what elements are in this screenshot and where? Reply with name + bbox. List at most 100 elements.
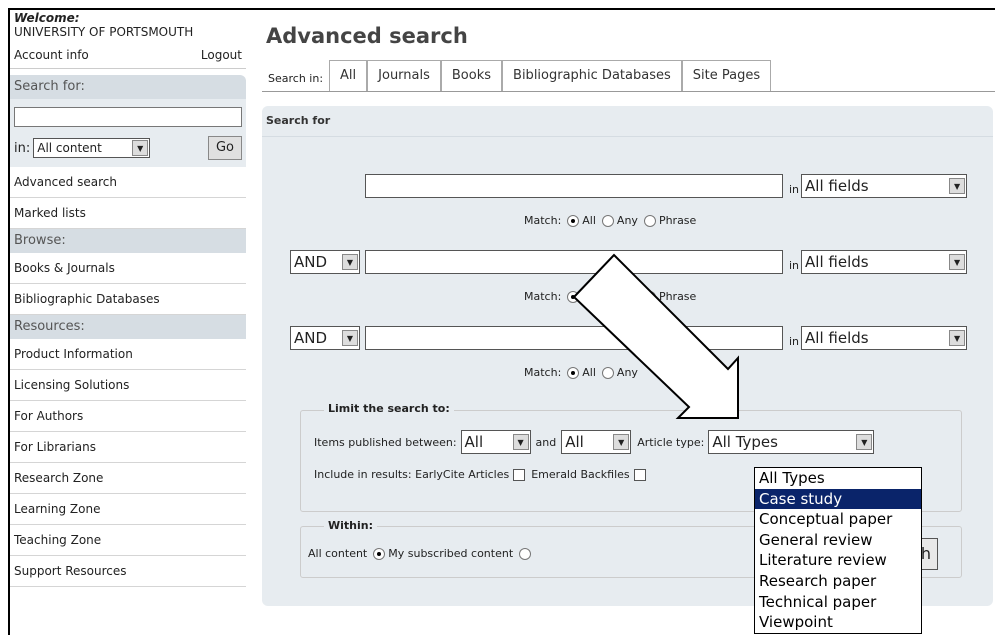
in-word-3: in <box>789 334 800 348</box>
article-type-dropdown-list: All Types Case study Conceptual paper Ge… <box>754 467 922 634</box>
search-term-input-3[interactable] <box>365 326 783 350</box>
match-all-label-2: All <box>582 290 596 303</box>
dropdown-option[interactable]: General review <box>755 530 921 551</box>
in-word-2: in <box>789 258 800 272</box>
article-type-label: Article type: <box>637 435 705 449</box>
account-row: Account info Logout <box>10 44 246 69</box>
emerald-backfiles-checkbox[interactable] <box>633 468 646 481</box>
sidebar-item-bibliographic-databases[interactable]: Bibliographic Databases <box>10 284 246 315</box>
quick-search-input[interactable] <box>14 107 242 127</box>
operator-select-2-value: AND <box>294 253 328 271</box>
search-term-input-1[interactable] <box>365 174 783 198</box>
dropdown-option[interactable]: Research paper <box>755 571 921 592</box>
quick-search-scope-row: in: All content ▼ Go <box>10 133 246 167</box>
sidebar-item-research-zone[interactable]: Research Zone <box>10 463 246 494</box>
sidebar: Welcome: UNIVERSITY OF PORTSMOUTH Accoun… <box>10 10 246 633</box>
match-any-label-1: Any <box>616 214 638 227</box>
sidebar-item-licensing-solutions[interactable]: Licensing Solutions <box>10 370 246 401</box>
sidebar-item-books-journals[interactable]: Books & Journals <box>10 253 246 284</box>
match-row-3: Match: All Any <box>524 366 638 379</box>
search-for-heading-main: Search for <box>262 106 993 137</box>
tab-bibliographic-databases[interactable]: Bibliographic Databases <box>502 60 682 91</box>
scope-select-value: All content <box>37 141 102 155</box>
chevron-down-icon: ▼ <box>856 434 873 450</box>
limit-heading: Limit the search to: <box>324 402 454 415</box>
dropdown-option[interactable]: Literature review <box>755 550 921 571</box>
within-all-radio[interactable] <box>373 547 386 560</box>
dropdown-option[interactable]: Viewpoint <box>755 612 921 633</box>
sidebar-item-for-authors[interactable]: For Authors <box>10 401 246 432</box>
sidebar-item-support-resources[interactable]: Support Resources <box>10 556 246 587</box>
field-select-1-value: All fields <box>805 177 869 195</box>
tab-books[interactable]: Books <box>440 60 503 91</box>
match-any-radio-2[interactable] <box>601 290 614 303</box>
match-any-radio-3[interactable] <box>601 366 614 379</box>
in-label: in: <box>14 140 31 156</box>
match-any-radio-1[interactable] <box>601 214 614 227</box>
institution-name: UNIVERSITY OF PORTSMOUTH <box>14 25 194 39</box>
dropdown-option-highlighted[interactable]: Case study <box>755 488 921 510</box>
chevron-down-icon: ▼ <box>132 140 149 156</box>
search-for-heading: Search for: <box>10 75 246 99</box>
to-year-select[interactable]: All ▼ <box>561 430 632 454</box>
match-any-label-2: Any <box>616 290 638 303</box>
article-type-select[interactable]: All Types ▼ <box>708 430 875 454</box>
operator-select-3-value: AND <box>294 329 328 347</box>
search-row-2: AND ▼ in All fields ▼ <box>290 250 968 274</box>
sidebar-item-product-information[interactable]: Product Information <box>10 339 246 370</box>
search-row-3: AND ▼ in All fields ▼ <box>290 326 968 350</box>
go-button[interactable]: Go <box>207 136 242 160</box>
field-select-2[interactable]: All fields ▼ <box>801 250 968 274</box>
within-all-label: All content <box>308 547 368 560</box>
match-label-1: Match: <box>524 214 562 227</box>
and-word: and <box>535 435 557 449</box>
match-any-label-3: Any <box>616 366 638 379</box>
operator-select-2[interactable]: AND ▼ <box>290 250 360 274</box>
match-all-radio-2[interactable] <box>567 290 580 303</box>
match-all-label-3: All <box>582 366 596 379</box>
match-phrase-radio-2[interactable] <box>643 290 656 303</box>
dropdown-option[interactable]: Conceptual paper <box>755 509 921 530</box>
date-type-row: Items published between: All ▼ and All ▼… <box>314 430 875 454</box>
from-year-select[interactable]: All ▼ <box>460 430 531 454</box>
earlycite-checkbox[interactable] <box>513 468 526 481</box>
tab-journals[interactable]: Journals <box>367 60 441 91</box>
match-label-2: Match: <box>524 290 562 303</box>
account-info-link[interactable]: Account info <box>14 44 89 68</box>
to-year-value: All <box>565 433 584 451</box>
chevron-down-icon: ▼ <box>613 434 630 450</box>
search-row-1: in All fields ▼ <box>365 174 968 198</box>
welcome-block: Welcome: UNIVERSITY OF PORTSMOUTH <box>10 10 246 44</box>
from-year-value: All <box>464 433 484 451</box>
match-all-radio-1[interactable] <box>567 214 580 227</box>
field-select-1[interactable]: All fields ▼ <box>801 174 968 198</box>
scope-select[interactable]: All content ▼ <box>33 138 151 158</box>
tab-site-pages[interactable]: Site Pages <box>681 60 772 91</box>
main-content: Advanced search Search in: All Journals … <box>262 10 995 92</box>
search-term-input-2[interactable] <box>365 250 783 274</box>
include-row: Include in results: EarlyCite Articles E… <box>314 468 646 481</box>
sidebar-item-teaching-zone[interactable]: Teaching Zone <box>10 525 246 556</box>
sidebar-item-marked-lists[interactable]: Marked lists <box>10 198 246 229</box>
tab-all[interactable]: All <box>329 60 368 91</box>
logout-link[interactable]: Logout <box>201 44 242 68</box>
article-type-value: All Types <box>712 433 778 451</box>
dropdown-option[interactable]: All Types <box>755 468 921 489</box>
chevron-down-icon: ▼ <box>342 330 358 346</box>
items-published-label: Items published between: <box>314 435 457 449</box>
chevron-down-icon: ▼ <box>949 254 966 270</box>
dropdown-option[interactable]: Technical paper <box>755 592 921 613</box>
in-word-1: in <box>789 182 800 196</box>
match-phrase-radio-1[interactable] <box>643 214 656 227</box>
sidebar-item-for-librarians[interactable]: For Librarians <box>10 432 246 463</box>
within-row: All content My subscribed content <box>308 547 534 560</box>
match-phrase-label-2: Phrase <box>658 290 697 303</box>
operator-select-3[interactable]: AND ▼ <box>290 326 360 350</box>
sidebar-item-learning-zone[interactable]: Learning Zone <box>10 494 246 525</box>
sidebar-item-advanced-search[interactable]: Advanced search <box>10 167 246 198</box>
match-all-radio-3[interactable] <box>567 366 580 379</box>
page-title: Advanced search <box>266 24 468 48</box>
match-all-label-1: All <box>582 214 596 227</box>
within-subscribed-radio[interactable] <box>519 547 532 560</box>
field-select-3[interactable]: All fields ▼ <box>801 326 968 350</box>
